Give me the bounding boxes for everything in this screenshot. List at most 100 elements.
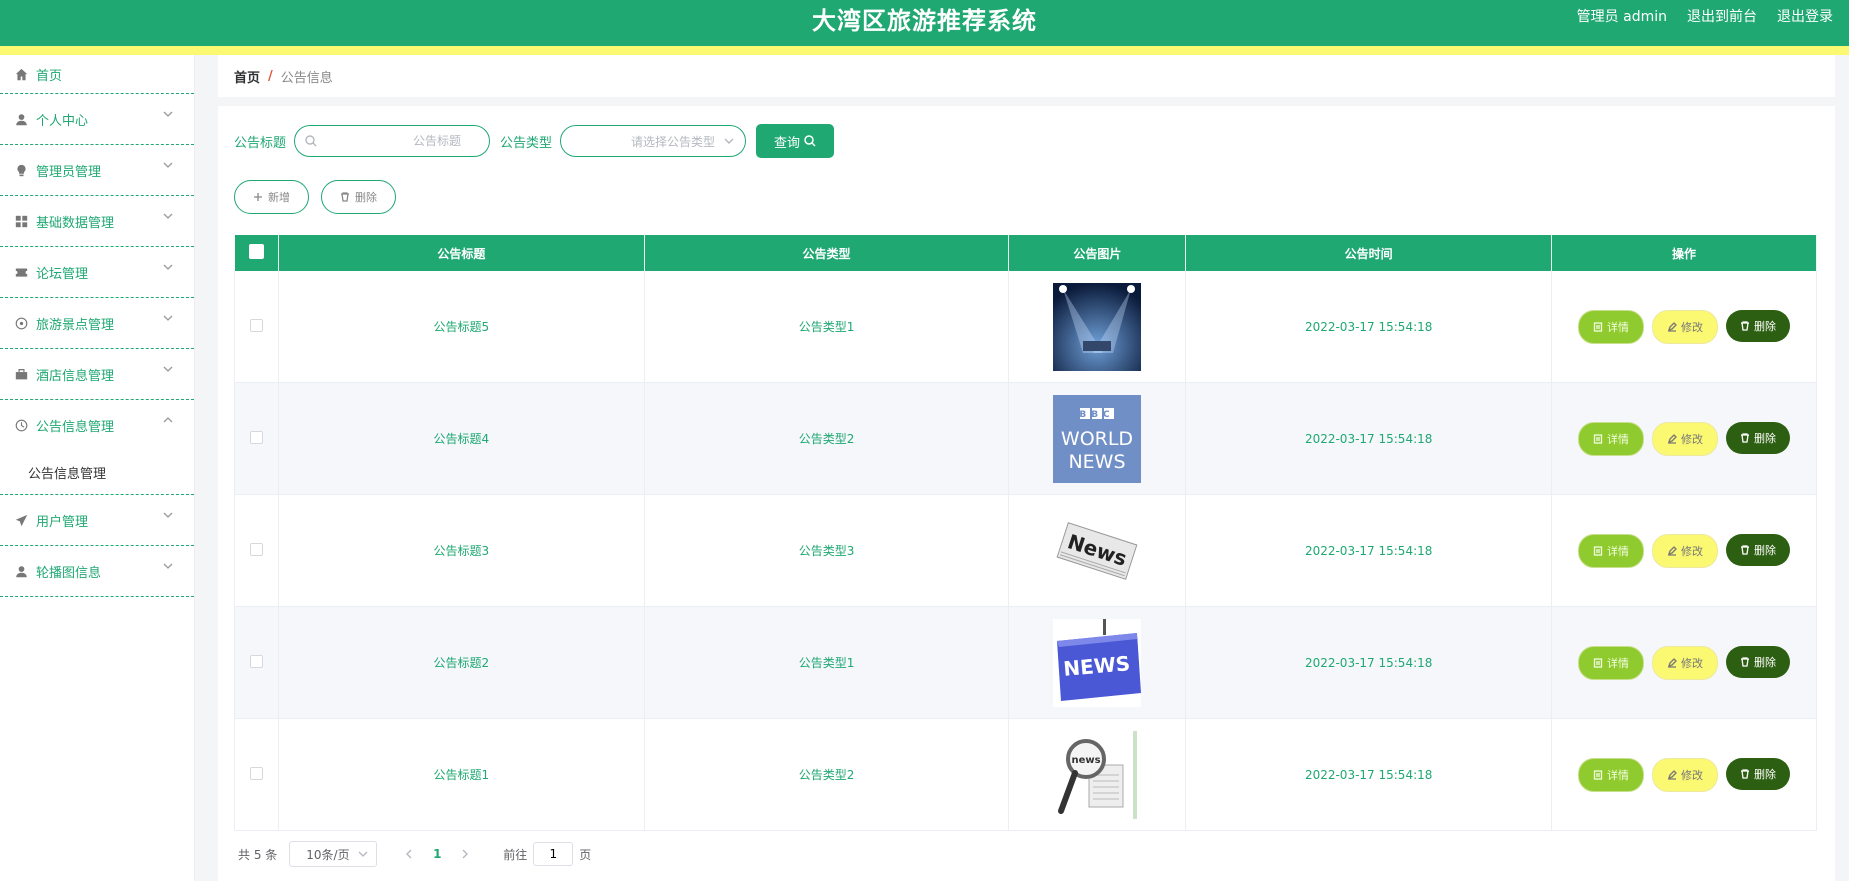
- submenu-item-notices[interactable]: 公告信息管理: [0, 450, 194, 495]
- image-text-bbc: BBC: [1080, 410, 1115, 420]
- table-row: 公告标题5 公告类型1 2022-03-17 15:54:18 详情 修改 删除: [234, 271, 1817, 383]
- notice-image-magnifier-news[interactable]: news: [1053, 730, 1142, 819]
- notice-image-news-key[interactable]: NEWS: [1053, 618, 1142, 707]
- select-all-checkbox[interactable]: [248, 244, 264, 259]
- notice-title-cell: 公告标题2: [278, 606, 645, 719]
- sidebar-item-users[interactable]: 用户管理: [0, 495, 194, 546]
- edit-button[interactable]: 修改: [1652, 533, 1719, 568]
- add-button[interactable]: 新增: [234, 180, 309, 214]
- sidebar-item-label: 旅游景点管理: [36, 317, 115, 333]
- notice-image-bbc-world-news[interactable]: BBC WORLD NEWS: [1053, 394, 1142, 483]
- search-icon: [804, 135, 816, 147]
- notice-title-cell: 公告标题5: [278, 271, 645, 383]
- next-page-button[interactable]: [451, 841, 479, 867]
- detail-button[interactable]: 详情: [1578, 645, 1645, 680]
- breadcrumb-home[interactable]: 首页: [234, 67, 260, 86]
- breadcrumb-current: 公告信息: [280, 70, 333, 86]
- row-actions-cell: 详情 修改 删除: [1551, 606, 1817, 719]
- row-checkbox[interactable]: [249, 318, 263, 332]
- sidebar-item-forum[interactable]: 论坛管理: [0, 247, 194, 298]
- delete-button[interactable]: 删除: [1726, 533, 1791, 566]
- row-actions-cell: 详情 修改 删除: [1551, 718, 1817, 831]
- row-checkbox[interactable]: [249, 542, 263, 556]
- column-header[interactable]: 公告时间: [1185, 235, 1553, 271]
- detail-button-label: 详情: [1607, 768, 1630, 782]
- bulk-actions: 新增 删除: [234, 180, 396, 214]
- type-select[interactable]: 请选择公告类型: [560, 125, 747, 157]
- column-header[interactable]: 公告标题: [278, 235, 645, 271]
- sidebar-item-carousel[interactable]: 轮播图信息: [0, 546, 194, 597]
- sidebar-item-home[interactable]: 首页: [0, 55, 194, 94]
- trash-icon: [1741, 544, 1750, 555]
- chevron-down-icon: [358, 851, 368, 857]
- user-icon: [14, 112, 28, 126]
- sidebar-item-label: 轮播图信息: [36, 565, 102, 581]
- document-icon: [1593, 321, 1603, 332]
- query-button[interactable]: 查询: [756, 124, 835, 158]
- notice-time-cell: 2022-03-17 15:54:18: [1185, 271, 1553, 383]
- detail-button-label: 详情: [1607, 544, 1630, 558]
- document-icon: [1593, 433, 1603, 444]
- notice-image-newspaper[interactable]: News: [1053, 506, 1142, 595]
- sidebar-item-label: 酒店信息管理: [36, 368, 115, 384]
- detail-button[interactable]: 详情: [1578, 533, 1645, 568]
- page-size-select[interactable]: 10条/页: [289, 841, 378, 867]
- notice-table: 公告标题 公告类型 公告图片 公告时间 操作 公告标题5 公告类型1 2022-…: [234, 235, 1817, 831]
- sidebar-item-base-data[interactable]: 基础数据管理: [0, 196, 194, 247]
- delete-button[interactable]: 删除: [1726, 421, 1791, 454]
- edit-button[interactable]: 修改: [1652, 309, 1719, 344]
- row-checkbox[interactable]: [249, 430, 263, 444]
- sidebar-item-admin[interactable]: 管理员管理: [0, 145, 194, 196]
- column-header: 操作: [1551, 235, 1817, 271]
- notice-type-cell: 公告类型1: [644, 606, 1010, 719]
- title-search-input[interactable]: [295, 126, 490, 156]
- sidebar-item-profile[interactable]: 个人中心: [0, 94, 194, 145]
- row-select-cell: [234, 382, 279, 495]
- chevron-down-icon: [162, 509, 174, 521]
- delete-button[interactable]: 删除: [1726, 757, 1791, 790]
- edit-icon: [1667, 769, 1677, 780]
- edit-button-label: 修改: [1681, 768, 1704, 782]
- edit-button[interactable]: 修改: [1652, 645, 1719, 680]
- sidebar-item-scenic-spots[interactable]: 旅游景点管理: [0, 298, 194, 349]
- notice-image-stage-spotlight[interactable]: [1053, 282, 1142, 371]
- notice-type-cell: 公告类型2: [644, 718, 1010, 831]
- edit-button[interactable]: 修改: [1652, 757, 1719, 792]
- delete-button-label: 删除: [1754, 767, 1777, 781]
- notice-image-cell: NEWS: [1008, 606, 1187, 719]
- sidebar-item-label: 公告信息管理: [36, 419, 115, 435]
- logout-link[interactable]: 退出登录: [1777, 6, 1833, 26]
- bulk-delete-button-label: 删除: [355, 191, 377, 204]
- search-form: 公告标题 公告类型 请选择公告类型 查询: [234, 124, 835, 158]
- row-checkbox[interactable]: [249, 766, 263, 780]
- user-icon: [14, 564, 28, 578]
- prev-page-button[interactable]: [395, 841, 423, 867]
- column-header[interactable]: 公告类型: [644, 235, 1010, 271]
- notice-title-cell: 公告标题3: [278, 494, 645, 607]
- plus-icon: [254, 193, 262, 201]
- goto-page-input[interactable]: [533, 842, 574, 866]
- detail-button-label: 详情: [1607, 432, 1630, 446]
- row-actions-cell: 详情 修改 删除: [1551, 382, 1817, 495]
- row-checkbox[interactable]: [249, 654, 263, 668]
- detail-button[interactable]: 详情: [1578, 309, 1645, 344]
- title-search-field: [294, 125, 491, 157]
- delete-button[interactable]: 删除: [1726, 645, 1791, 678]
- sidebar-item-hotels[interactable]: 酒店信息管理: [0, 349, 194, 400]
- edit-button[interactable]: 修改: [1652, 421, 1719, 456]
- sidebar-item-notices[interactable]: 公告信息管理: [0, 400, 194, 450]
- bulk-delete-button[interactable]: 删除: [321, 180, 396, 214]
- delete-button[interactable]: 删除: [1726, 309, 1791, 342]
- trash-icon: [341, 192, 349, 202]
- detail-button-label: 详情: [1607, 656, 1630, 670]
- page-number-current[interactable]: 1: [423, 847, 451, 861]
- detail-button[interactable]: 详情: [1578, 421, 1645, 456]
- goto-label: 前往: [503, 847, 528, 862]
- delete-button-label: 删除: [1754, 543, 1777, 557]
- notice-time-cell: 2022-03-17 15:54:18: [1185, 718, 1553, 831]
- chevron-down-icon: [162, 312, 174, 324]
- to-front-link[interactable]: 退出到前台: [1687, 6, 1757, 26]
- detail-button[interactable]: 详情: [1578, 757, 1645, 792]
- home-icon: [14, 67, 28, 81]
- trash-icon: [1741, 320, 1750, 331]
